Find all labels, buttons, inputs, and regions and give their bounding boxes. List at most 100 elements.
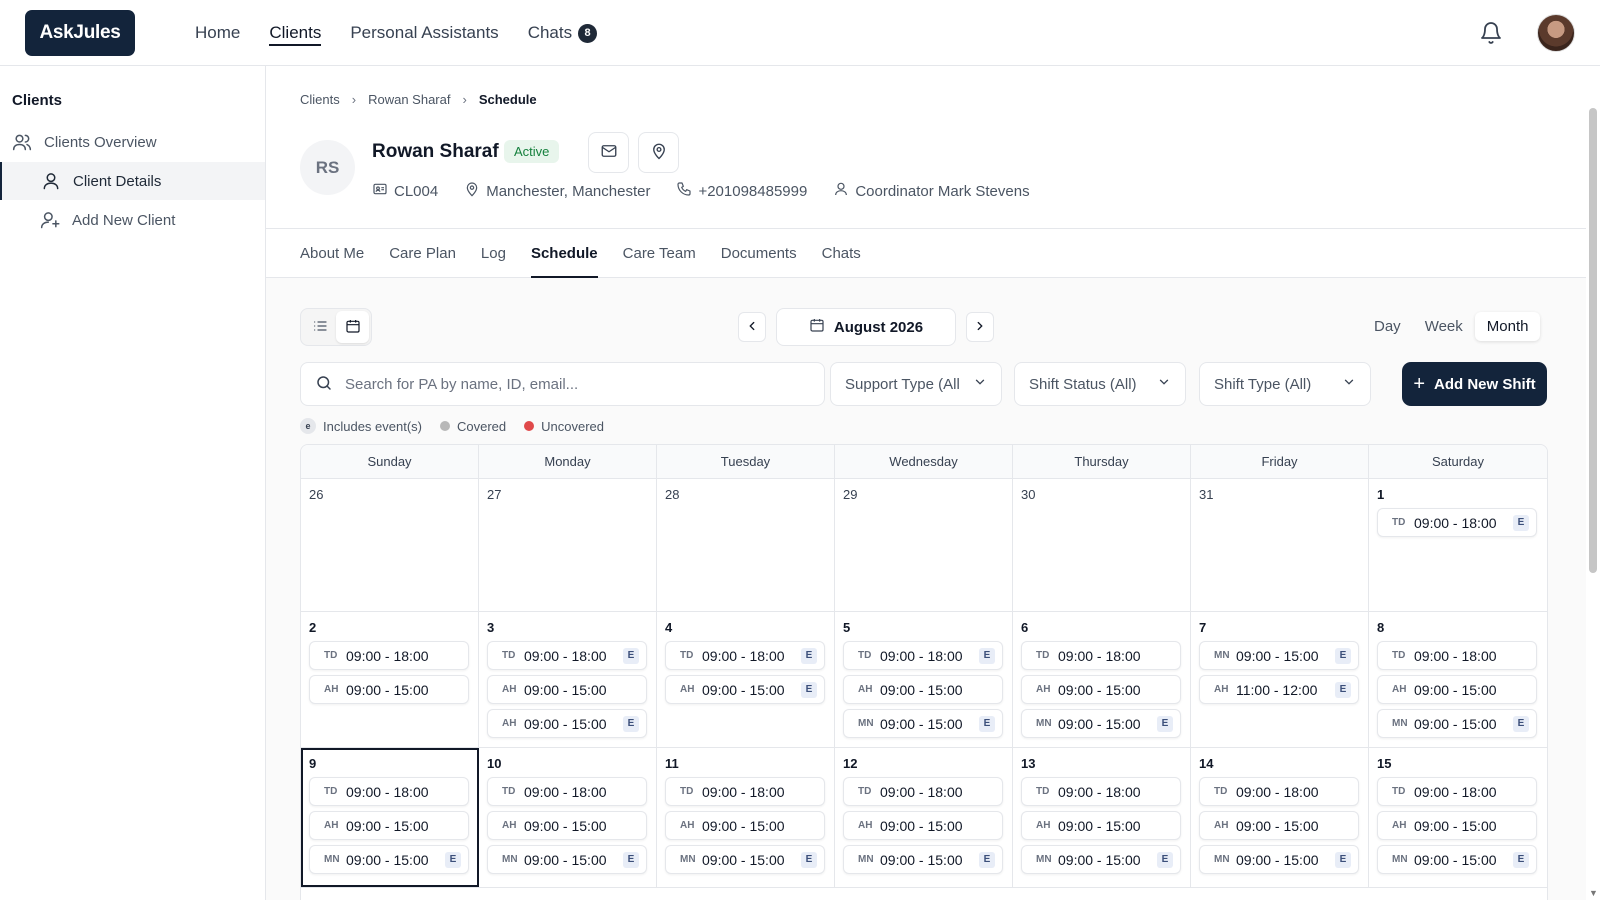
shift-card[interactable]: TD 09:00 - 18:00 — [1021, 641, 1181, 670]
shift-card[interactable]: AH 09:00 - 15:00 — [665, 811, 825, 840]
calendar-day-cell[interactable]: 30 — [1013, 479, 1191, 611]
scrollbar-thumb[interactable] — [1589, 108, 1597, 573]
breadcrumb-clients[interactable]: Clients — [300, 92, 340, 107]
shift-card[interactable]: TD 09:00 - 18:00 — [487, 777, 647, 806]
add-new-shift-button[interactable]: + Add New Shift — [1402, 362, 1547, 406]
calendar-day-cell[interactable]: 29 — [835, 479, 1013, 611]
calendar-day-cell[interactable]: 13 TD 09:00 - 18:00 AH 09:00 - 15:00 MN 09:00 … — [1013, 748, 1191, 887]
breadcrumb-client[interactable]: Rowan Sharaf — [368, 92, 450, 107]
shift-status-select[interactable]: Shift Status (All) — [1014, 362, 1186, 406]
shift-card[interactable]: AH 09:00 - 15:00 — [1199, 811, 1359, 840]
nav-chats[interactable]: Chats 8 — [528, 0, 598, 66]
calendar-day-cell[interactable]: 5 TD 09:00 - 18:00 E AH 09:00 - 15:00 MN 09:00 … — [835, 612, 1013, 747]
month-picker[interactable]: August 2026 — [776, 308, 956, 346]
shift-card[interactable]: MN 09:00 - 15:00 E — [1377, 845, 1537, 874]
tab-care-plan[interactable]: Care Plan — [389, 229, 456, 277]
nav-personal-assistants[interactable]: Personal Assistants — [350, 0, 498, 66]
tab-chats[interactable]: Chats — [822, 229, 861, 277]
shift-card[interactable]: MN 09:00 - 15:00 E — [1021, 709, 1181, 738]
calendar-day-cell[interactable]: 8 TD 09:00 - 18:00 AH 09:00 - 15:00 MN 09:00 -… — [1369, 612, 1547, 747]
shift-card[interactable]: MN 09:00 - 15:00 E — [843, 845, 1003, 874]
shift-card[interactable]: MN 09:00 - 15:00 E — [487, 845, 647, 874]
shift-card[interactable]: AH 11:00 - 12:00 E — [1199, 675, 1359, 704]
shift-card[interactable]: MN 09:00 - 15:00 E — [1021, 845, 1181, 874]
calendar-day-cell[interactable]: 6 TD 09:00 - 18:00 AH 09:00 - 15:00 MN 09:00 -… — [1013, 612, 1191, 747]
shift-card[interactable]: TD 09:00 - 18:00 E — [843, 641, 1003, 670]
calendar-day-cell[interactable]: 14 TD 09:00 - 18:00 AH 09:00 - 15:00 MN 09:00 … — [1191, 748, 1369, 887]
nav-clients[interactable]: Clients — [269, 0, 321, 66]
shift-card[interactable]: TD 09:00 - 18:00 — [1021, 777, 1181, 806]
shift-card[interactable]: TD 09:00 - 18:00 — [665, 777, 825, 806]
shift-card[interactable]: TD 09:00 - 18:00 E — [487, 641, 647, 670]
shift-card[interactable]: AH 09:00 - 15:00 — [843, 811, 1003, 840]
range-week-button[interactable]: Week — [1413, 312, 1475, 341]
sidebar-item-clients-overview[interactable]: Clients Overview — [0, 123, 265, 161]
calendar-view-button[interactable] — [336, 311, 369, 343]
shift-card[interactable]: AH 09:00 - 15:00 E — [487, 709, 647, 738]
calendar-day-cell[interactable]: 2 TD 09:00 - 18:00 AH 09:00 - 15:00 — [301, 612, 479, 747]
chevron-left-icon — [745, 319, 759, 336]
range-month-button[interactable]: Month — [1474, 312, 1541, 341]
shift-card[interactable]: AH 09:00 - 15:00 — [1021, 811, 1181, 840]
next-month-button[interactable] — [966, 312, 994, 342]
shift-card[interactable]: MN 09:00 - 15:00 E — [1199, 641, 1359, 670]
shift-card[interactable]: MN 09:00 - 15:00 E — [309, 845, 469, 874]
shift-type-select[interactable]: Shift Type (All) — [1199, 362, 1371, 406]
shift-card[interactable]: MN 09:00 - 15:00 E — [1377, 709, 1537, 738]
shift-card[interactable]: AH 09:00 - 15:00 — [309, 811, 469, 840]
shift-card[interactable]: AH 09:00 - 15:00 — [487, 675, 647, 704]
shift-card[interactable]: MN 09:00 - 15:00 E — [665, 845, 825, 874]
calendar-day-cell[interactable]: 28 — [657, 479, 835, 611]
shift-card[interactable]: TD 09:00 - 18:00 E — [665, 641, 825, 670]
tab-log[interactable]: Log — [481, 229, 506, 277]
support-type-select[interactable]: Support Type (All — [830, 362, 1002, 406]
nav-home[interactable]: Home — [195, 0, 240, 66]
list-view-button[interactable] — [303, 311, 336, 343]
calendar-day-cell[interactable]: 7 MN 09:00 - 15:00 E AH 11:00 - 12:00 E — [1191, 612, 1369, 747]
sidebar-item-add-new-client[interactable]: Add New Client — [0, 201, 265, 239]
calendar-day-cell[interactable]: 11 TD 09:00 - 18:00 AH 09:00 - 15:00 MN 09:00 … — [657, 748, 835, 887]
sidebar-item-client-details[interactable]: Client Details — [0, 162, 265, 200]
calendar-day-cell[interactable]: 10 TD 09:00 - 18:00 AH 09:00 - 15:00 MN 09:00 … — [479, 748, 657, 887]
shift-card[interactable]: MN 09:00 - 15:00 E — [843, 709, 1003, 738]
calendar-day-cell[interactable]: 26 — [301, 479, 479, 611]
calendar-day-cell[interactable]: 27 — [479, 479, 657, 611]
tab-documents[interactable]: Documents — [721, 229, 797, 277]
calendar-day-cell[interactable]: 12 TD 09:00 - 18:00 AH 09:00 - 15:00 MN 09:00 … — [835, 748, 1013, 887]
shift-card[interactable]: TD 09:00 - 18:00 — [1377, 777, 1537, 806]
calendar-day-cell[interactable]: 1 TD 09:00 - 18:00 E — [1369, 479, 1547, 611]
shift-card[interactable]: TD 09:00 - 18:00 — [843, 777, 1003, 806]
shift-card[interactable]: AH 09:00 - 15:00 — [309, 675, 469, 704]
calendar-day-cell[interactable]: 31 — [1191, 479, 1369, 611]
shift-card[interactable]: AH 09:00 - 15:00 — [843, 675, 1003, 704]
shift-card[interactable]: AH 09:00 - 15:00 — [1021, 675, 1181, 704]
email-button[interactable] — [588, 132, 629, 173]
scroll-down-arrow-icon[interactable]: ▼ — [1589, 888, 1598, 898]
range-day-button[interactable]: Day — [1362, 312, 1413, 341]
calendar-day-cell[interactable]: 4 TD 09:00 - 18:00 E AH 09:00 - 15:00 E — [657, 612, 835, 747]
calendar-day-cell[interactable]: 3 TD 09:00 - 18:00 E AH 09:00 - 15:00 AH 09:00 … — [479, 612, 657, 747]
shift-card[interactable]: TD 09:00 - 18:00 — [309, 777, 469, 806]
tab-about-me[interactable]: About Me — [300, 229, 364, 277]
shift-time: 09:00 - 15:00 — [1414, 681, 1497, 698]
tab-care-team[interactable]: Care Team — [623, 229, 696, 277]
shift-card[interactable]: TD 09:00 - 18:00 — [1377, 641, 1537, 670]
notifications-bell-icon[interactable] — [1479, 20, 1503, 46]
calendar-day-cell[interactable]: 15 TD 09:00 - 18:00 AH 09:00 - 15:00 MN 09:00 … — [1369, 748, 1547, 887]
calendar-day-cell[interactable]: 9 TD 09:00 - 18:00 AH 09:00 - 15:00 MN 09:00 -… — [301, 748, 479, 887]
app-logo[interactable]: AskJules — [25, 10, 135, 56]
shift-card[interactable]: AH 09:00 - 15:00 — [487, 811, 647, 840]
location-button[interactable] — [638, 132, 679, 173]
shift-card[interactable]: TD 09:00 - 18:00 — [309, 641, 469, 670]
shift-card[interactable]: AH 09:00 - 15:00 — [1377, 675, 1537, 704]
search-input[interactable] — [345, 375, 785, 393]
user-avatar[interactable] — [1537, 14, 1575, 52]
shift-card[interactable]: TD 09:00 - 18:00 E — [1377, 508, 1537, 537]
tab-schedule[interactable]: Schedule — [530, 229, 598, 278]
shift-card[interactable]: TD 09:00 - 18:00 — [1199, 777, 1359, 806]
shift-card[interactable]: MN 09:00 - 15:00 E — [1199, 845, 1359, 874]
page-scrollbar[interactable]: ▼ — [1586, 108, 1600, 900]
shift-card[interactable]: AH 09:00 - 15:00 E — [665, 675, 825, 704]
shift-card[interactable]: AH 09:00 - 15:00 — [1377, 811, 1537, 840]
prev-month-button[interactable] — [738, 312, 766, 342]
